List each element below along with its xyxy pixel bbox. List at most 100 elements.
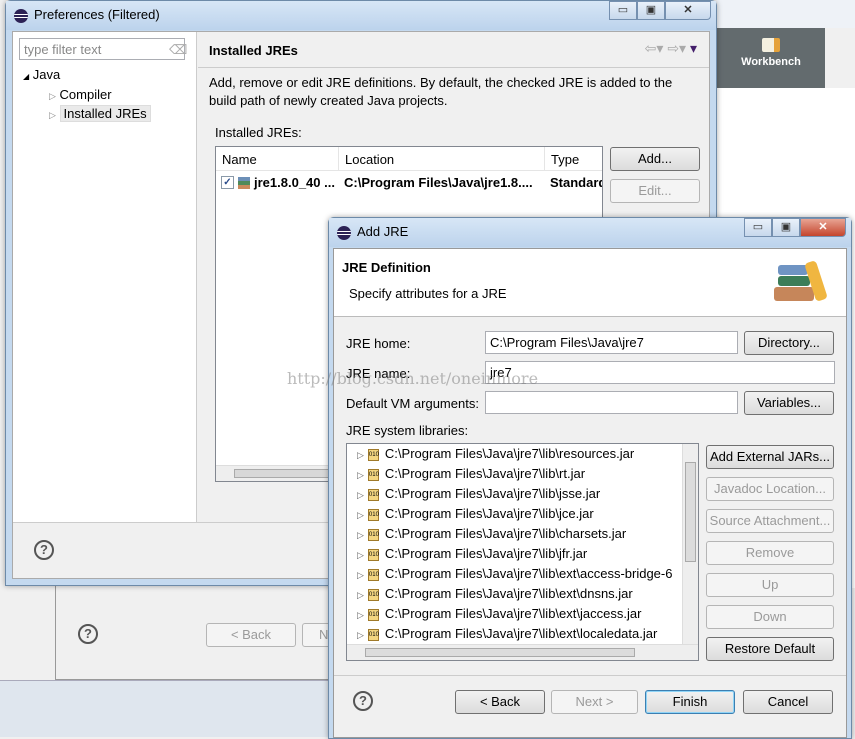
behind-back-button[interactable]: < Back — [206, 623, 296, 647]
jar-icon: 010 — [367, 568, 379, 581]
collapsed-icon: ▷ — [49, 91, 56, 101]
expand-icon[interactable]: ▷ — [357, 510, 364, 520]
libraries-tree[interactable]: ▷ 010 C:\Program Files\Java\jre7\lib\resou… — [346, 443, 699, 661]
help-icon[interactable]: ? — [353, 691, 373, 711]
edit-jre-button[interactable]: Edit... — [610, 179, 700, 203]
library-path: C:\Program Files\Java\jre7\lib\ext\acces… — [384, 566, 673, 581]
workbench-perspective[interactable]: Workbench — [717, 28, 825, 88]
up-button[interactable]: Up — [706, 573, 834, 597]
source-attachment-button[interactable]: Source Attachment... — [706, 509, 834, 533]
back-arrow-icon[interactable]: ⇦▾ — [645, 40, 664, 56]
library-item[interactable]: ▷ 010 C:\Program Files\Java\jre7\lib\ext\a… — [347, 566, 683, 586]
dialog-body: JRE Definition Specify attributes for a … — [333, 248, 847, 738]
library-item[interactable]: ▷ 010 C:\Program Files\Java\jre7\lib\resou… — [347, 446, 683, 466]
preferences-titlebar[interactable]: Preferences (Filtered) ▭ ▣ ✕ — [6, 1, 716, 30]
library-path: C:\Program Files\Java\jre7\lib\rt.jar — [384, 466, 586, 481]
expand-icon[interactable]: ▷ — [357, 450, 364, 460]
divider — [334, 675, 846, 676]
jar-icon: 010 — [367, 548, 379, 561]
expand-icon[interactable]: ▷ — [357, 630, 364, 640]
restore-default-button[interactable]: Restore Default — [706, 637, 834, 661]
tree-panel: type filter text ⌫ ◢ Java ▷ Compiler ▷ I… — [13, 32, 197, 522]
library-path: C:\Program Files\Java\jre7\lib\ext\jacce… — [384, 606, 642, 621]
help-icon[interactable]: ? — [78, 624, 98, 644]
library-item[interactable]: ▷ 010 C:\Program Files\Java\jre7\lib\jfr.j… — [347, 546, 683, 566]
filter-input[interactable]: type filter text — [19, 38, 185, 60]
expand-icon[interactable]: ▷ — [357, 610, 364, 620]
expand-icon[interactable]: ▷ — [357, 570, 364, 580]
expanded-icon: ◢ — [23, 72, 30, 81]
library-item[interactable]: ▷ 010 C:\Program Files\Java\jre7\lib\jce.j… — [347, 506, 683, 526]
library-path: C:\Program Files\Java\jre7\lib\charsets.… — [384, 526, 627, 541]
expand-icon[interactable]: ▷ — [357, 490, 364, 500]
library-item[interactable]: ▷ 010 C:\Program Files\Java\jre7\lib\chars… — [347, 526, 683, 546]
forward-arrow-icon[interactable]: ⇨▾ — [667, 40, 686, 56]
vm-args-label: Default VM arguments: — [346, 396, 479, 411]
library-path: C:\Program Files\Java\jre7\lib\ext\dnsns… — [384, 586, 633, 601]
tree-item-compiler[interactable]: ▷ Compiler — [49, 87, 112, 102]
add-jre-dialog: Add JRE ▭ ▣ ✕ JRE Definition Specify att… — [328, 217, 852, 739]
header-subtitle: Specify attributes for a JRE — [349, 286, 507, 301]
add-jre-titlebar[interactable]: Add JRE ▭ ▣ ✕ — [329, 218, 851, 247]
dialog-title: Add JRE — [357, 224, 409, 239]
library-item[interactable]: ▷ 010 C:\Program Files\Java\jre7\lib\rt.ja… — [347, 466, 683, 486]
tree-item-java[interactable]: ◢ Java — [23, 67, 60, 82]
jar-icon: 010 — [367, 628, 379, 641]
jar-icon: 010 — [367, 468, 379, 481]
next-button[interactable]: Next > — [551, 690, 638, 714]
cancel-button[interactable]: Cancel — [743, 690, 833, 714]
help-icon[interactable]: ? — [34, 540, 54, 560]
jar-icon: 010 — [367, 508, 379, 521]
minimize-button[interactable]: ▭ — [744, 218, 772, 237]
tree-label: Installed JREs — [59, 105, 151, 122]
vertical-scrollbar[interactable] — [682, 444, 698, 644]
down-button[interactable]: Down — [706, 605, 834, 629]
behind-dialog: ? < Back N — [55, 585, 342, 680]
table-row[interactable]: ✓ jre1.8.0_40 ... C:\Program Files\Java\… — [216, 172, 602, 194]
vm-args-input[interactable] — [485, 391, 738, 414]
expand-icon[interactable]: ▷ — [357, 590, 364, 600]
window-title: Preferences (Filtered) — [34, 7, 160, 22]
menu-icon[interactable]: ▾ — [690, 40, 697, 56]
row-checkbox[interactable]: ✓ — [221, 176, 234, 189]
column-header-location[interactable]: Location — [338, 147, 400, 171]
horizontal-scrollbar[interactable] — [347, 644, 698, 660]
jar-icon: 010 — [367, 488, 379, 501]
jar-icon: 010 — [367, 448, 379, 461]
finish-button[interactable]: Finish — [645, 690, 735, 714]
minimize-button[interactable]: ▭ — [609, 1, 637, 20]
column-header-type[interactable]: Type — [544, 147, 585, 171]
add-jre-button[interactable]: Add... — [610, 147, 700, 171]
tree-label: Compiler — [59, 87, 112, 102]
variables-button[interactable]: Variables... — [744, 391, 834, 415]
library-path: C:\Program Files\Java\jre7\lib\jce.jar — [384, 506, 594, 521]
back-button[interactable]: < Back — [455, 690, 545, 714]
workbench-icon — [762, 38, 780, 52]
watermark: http://blog.csdn.net/oneinmore — [287, 369, 539, 388]
header-title: JRE Definition — [342, 260, 431, 275]
clear-filter-icon[interactable]: ⌫ — [169, 42, 187, 58]
expand-icon[interactable]: ▷ — [357, 470, 364, 480]
maximize-button[interactable]: ▣ — [637, 1, 665, 20]
add-external-jars-button[interactable]: Add External JARs... — [706, 445, 834, 469]
row-location: C:\Program Files\Java\jre1.8.... — [344, 175, 533, 190]
maximize-button[interactable]: ▣ — [772, 218, 800, 237]
library-item[interactable]: ▷ 010 C:\Program Files\Java\jre7\lib\ext\l… — [347, 626, 683, 646]
jre-home-input[interactable]: C:\Program Files\Java\jre7 — [485, 331, 738, 354]
column-header-name[interactable]: Name — [222, 152, 257, 167]
tree-item-installed-jres[interactable]: ▷ Installed JREs — [49, 105, 151, 122]
remove-button[interactable]: Remove — [706, 541, 834, 565]
expand-icon[interactable]: ▷ — [357, 550, 364, 560]
expand-icon[interactable]: ▷ — [357, 530, 364, 540]
taskbar-strip — [0, 680, 330, 737]
library-item[interactable]: ▷ 010 C:\Program Files\Java\jre7\lib\ext\d… — [347, 586, 683, 606]
nav-arrows[interactable]: ⇦▾ ⇨▾ ▾ — [645, 40, 697, 57]
close-button[interactable]: ✕ — [665, 1, 711, 20]
library-item[interactable]: ▷ 010 C:\Program Files\Java\jre7\lib\ext\j… — [347, 606, 683, 626]
library-item[interactable]: ▷ 010 C:\Program Files\Java\jre7\lib\jsse.… — [347, 486, 683, 506]
workbench-label: Workbench — [741, 56, 801, 68]
close-button[interactable]: ✕ — [800, 218, 846, 237]
jar-icon: 010 — [367, 588, 379, 601]
directory-button[interactable]: Directory... — [744, 331, 834, 355]
javadoc-location-button[interactable]: Javadoc Location... — [706, 477, 834, 501]
